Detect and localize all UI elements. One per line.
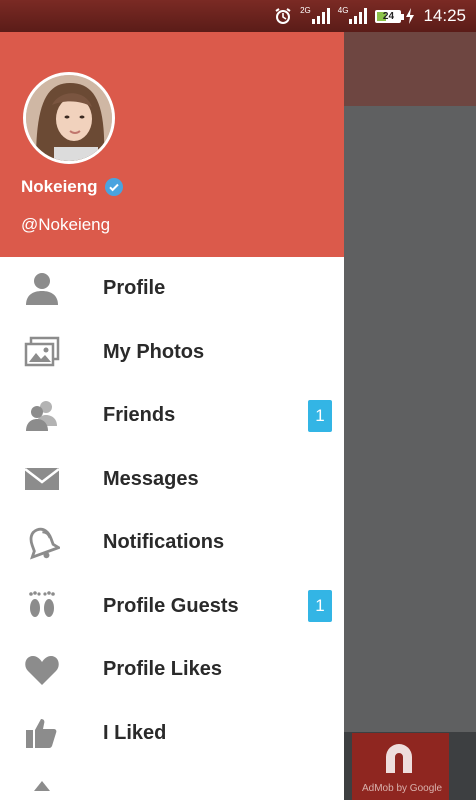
drawer-menu: Profile My Photos Friends 1 Messages Not…: [0, 257, 344, 800]
menu-item-my-photos[interactable]: My Photos: [0, 321, 344, 385]
menu-item-label: Profile Likes: [103, 658, 222, 681]
clock: 14:25: [423, 6, 466, 25]
menu-item-label: Profile Guests: [103, 594, 239, 617]
background-scrim[interactable]: [344, 106, 476, 732]
menu-item-label: My Photos: [103, 340, 205, 363]
signal-2g-icon: 2G: [300, 5, 330, 24]
menu-item-profile-likes[interactable]: Profile Likes: [0, 638, 344, 702]
verified-badge-icon: [104, 178, 123, 196]
background-app-bar: [344, 32, 476, 106]
menu-item-friends[interactable]: Friends 1: [0, 384, 344, 448]
drawer-header: Nokeieng @Nokeieng: [0, 32, 344, 257]
menu-item-label: I Liked: [103, 721, 167, 744]
menu-item-notifications[interactable]: Notifications: [0, 511, 344, 575]
bell-icon: [24, 525, 60, 561]
menu-item-i-liked[interactable]: I Liked: [0, 702, 344, 766]
navigation-drawer: Nokeieng @Nokeieng Profile My Photos Fri: [0, 32, 344, 800]
signal-4g-label: 4G: [337, 5, 349, 15]
menu-item-label: Notifications: [103, 531, 225, 554]
menu-item-profile[interactable]: Profile: [0, 257, 344, 321]
envelope-icon: [24, 461, 60, 497]
ad-banner[interactable]: AdMob by Google: [352, 733, 449, 800]
person-icon: [24, 271, 60, 307]
admob-logo-icon: [386, 744, 412, 773]
menu-item-label: Friends: [103, 404, 176, 427]
battery-icon: 24: [375, 8, 415, 24]
battery-level: 24: [375, 9, 405, 23]
heart-icon: [24, 652, 60, 688]
user-name: Nokeieng: [21, 177, 123, 197]
friends-count-badge: 1: [308, 399, 332, 432]
guests-count-badge: 1: [308, 590, 332, 623]
menu-item-profile-guests[interactable]: Profile Guests 1: [0, 575, 344, 639]
menu-item-label: Messages: [103, 467, 199, 490]
partial-icon: [24, 779, 60, 800]
user-name-text: Nokeieng: [21, 177, 98, 196]
user-handle: @Nokeieng: [21, 215, 111, 234]
footprints-icon: [24, 588, 60, 624]
ad-text: AdMob by Google: [362, 783, 443, 794]
menu-item-partial[interactable]: [0, 765, 344, 800]
menu-item-messages[interactable]: Messages: [0, 448, 344, 512]
thumbs-up-icon: [24, 715, 60, 751]
alarm-icon: [274, 7, 292, 25]
signal-2g-label: 2G: [300, 5, 311, 15]
menu-item-label: Profile: [103, 277, 166, 300]
status-bar: 2G 4G 24 14:25: [0, 0, 476, 32]
signal-4g-icon: 4G: [337, 5, 368, 24]
photos-icon: [24, 334, 60, 370]
friends-icon: [24, 398, 60, 434]
avatar[interactable]: [23, 72, 115, 164]
